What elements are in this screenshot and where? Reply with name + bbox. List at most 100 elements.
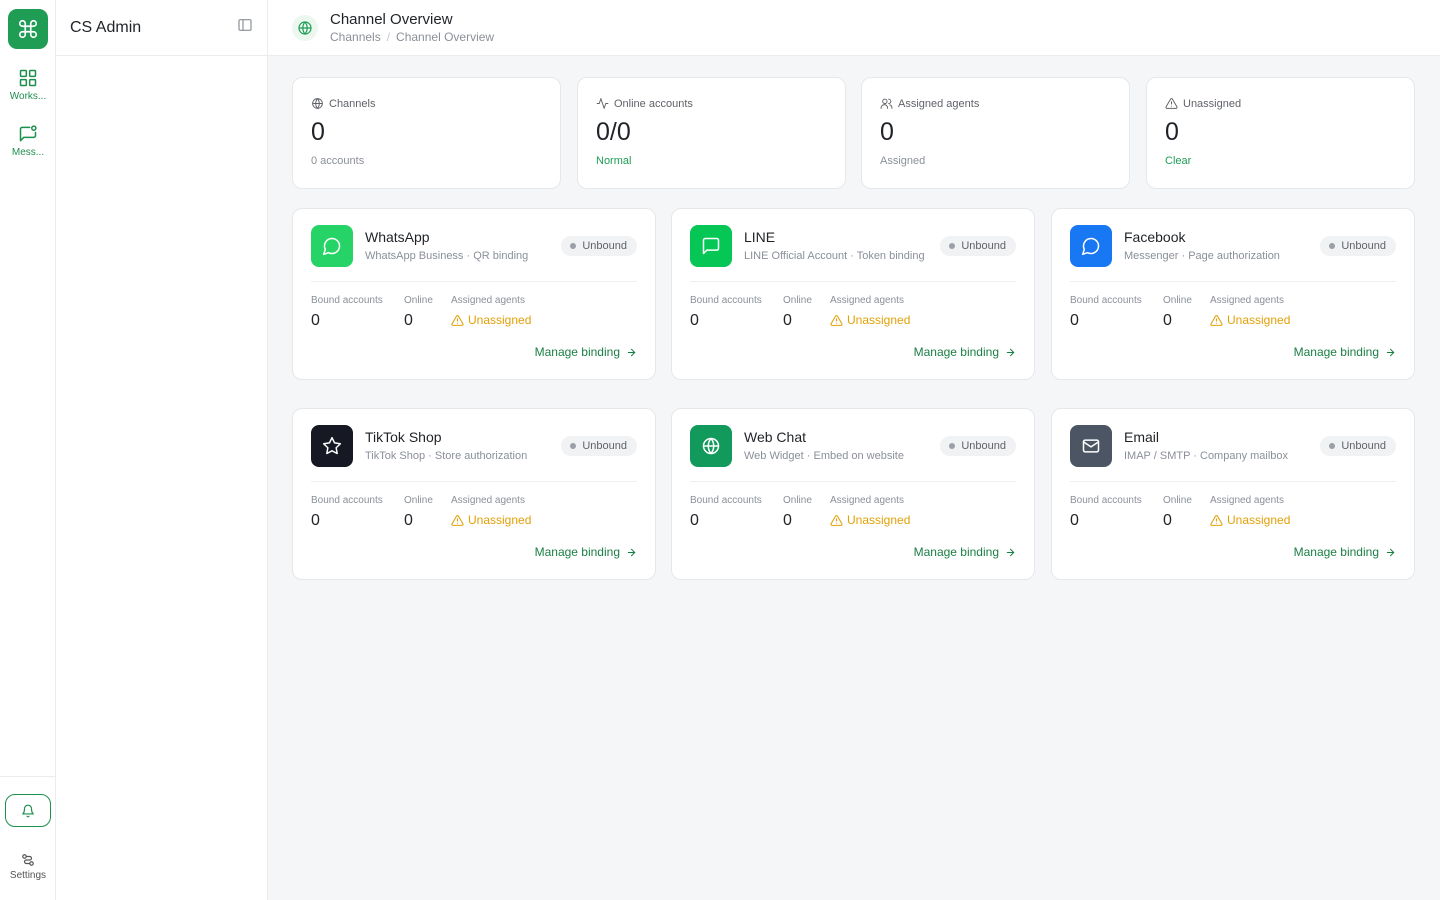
grid-icon [19,69,37,87]
breadcrumb-link[interactable]: Channels [330,30,381,44]
manage-binding-link[interactable]: Manage binding [535,345,637,359]
metric-label: Assigned agents [1210,295,1284,306]
globe-icon [312,98,323,109]
channel-name: WhatsApp [365,229,430,245]
arrow-right-icon [1386,548,1395,556]
stat-value: 0/0 [596,118,631,146]
stat-sub: Normal [596,155,632,167]
status-badge: Unbound [561,436,637,456]
channel-desc: LINE Official Account · Token binding [744,250,925,262]
metric-label: Bound accounts [311,295,383,306]
channel-card-tiktok-shop: TikTok Shop TikTok Shop · Store authoriz… [292,408,656,580]
rail-item-messages[interactable]: Mess... [0,124,56,158]
online-value: 0 [404,512,413,529]
settings-button[interactable]: Settings [0,853,56,881]
stat-card-unassigned: Unassigned 0 Clear [1146,77,1415,189]
manage-binding-link[interactable]: Manage binding [1294,345,1396,359]
stat-label: Assigned agents [898,97,980,110]
bell-icon [22,804,34,817]
agents-status: Unassigned [451,513,531,527]
stat-sub: 0 accounts [311,155,365,167]
manage-binding-link[interactable]: Manage binding [914,545,1016,559]
status-badge: Unbound [940,436,1016,456]
message-square-icon [690,225,732,267]
metric-label: Online [1163,495,1192,506]
breadcrumb-separator: / [386,29,391,44]
stat-card-channels: Channels 0 0 accounts [292,77,561,189]
notifications-button[interactable] [5,794,51,827]
stat-label: Unassigned [1183,97,1242,110]
stat-value: 0 [1165,118,1179,146]
top-bar: Channel Overview Channels / Channel Overvi… [268,0,1440,56]
arrow-right-icon [1386,348,1395,356]
agents-status: Unassigned [1210,513,1290,527]
side-panel: CS Admin [56,0,268,900]
arrow-right-icon [627,548,636,556]
metric-label: Assigned agents [451,495,525,506]
online-value: 0 [1163,512,1172,529]
breadcrumb-current: Channel Overview [396,29,495,44]
metric-label: Assigned agents [830,495,904,506]
settings-icon [22,854,34,866]
rail-item-label: Works... [9,91,47,102]
globe-icon [690,425,732,467]
panel-title: CS Admin [70,18,142,36]
globe-icon [292,14,318,41]
rail-divider [0,776,56,777]
channel-name: Web Chat [744,429,806,445]
channel-name: TikTok Shop [365,429,442,445]
left-rail: Works... Mess... Settings [0,0,56,900]
message-dot-icon [19,125,37,142]
channel-desc: Web Widget · Embed on website [744,450,904,462]
metric-label: Assigned agents [451,295,525,306]
online-value: 0 [1163,312,1172,329]
online-value: 0 [404,312,413,329]
channel-desc: WhatsApp Business · QR binding [365,250,529,262]
channel-desc: Messenger · Page authorization [1124,250,1280,262]
metric-label: Online [404,295,433,306]
star-icon [311,425,353,467]
settings-label: Settings [9,870,47,881]
manage-binding-link[interactable]: Manage binding [1294,545,1396,559]
stat-sub: Clear [1165,155,1192,167]
rail-item-workspace[interactable]: Works... [0,68,56,102]
stat-label: Channels [329,97,376,110]
bound-accounts-value: 0 [311,512,320,529]
activity-icon [596,98,609,109]
online-value: 0 [783,312,792,329]
warning-icon [830,314,843,326]
warning-icon [451,314,464,326]
stat-card-online-accounts: Online accounts 0/0 Normal [577,77,846,189]
rail-item-label: Mess... [11,147,45,158]
warning-icon [830,514,843,526]
manage-binding-link[interactable]: Manage binding [914,345,1016,359]
agents-status: Unassigned [451,313,531,327]
channel-desc: TikTok Shop · Store authorization [365,450,528,462]
metric-label: Online [1163,295,1192,306]
warning-icon [1165,98,1178,109]
app-logo-icon[interactable] [8,9,48,49]
stat-value: 0 [311,118,325,146]
warning-icon [1210,314,1223,326]
channel-card-facebook: Facebook Messenger · Page authorization … [1051,208,1415,380]
messenger-icon [1070,225,1112,267]
bound-accounts-value: 0 [1070,512,1079,529]
metric-label: Bound accounts [690,495,762,506]
metric-label: Online [783,295,812,306]
stat-label: Online accounts [614,97,693,110]
stat-value: 0 [880,118,894,146]
status-badge: Unbound [940,236,1016,256]
manage-binding-link[interactable]: Manage binding [535,545,637,559]
metric-label: Bound accounts [1070,295,1142,306]
metric-label: Bound accounts [690,295,762,306]
agents-status: Unassigned [1210,313,1290,327]
metric-label: Bound accounts [1070,495,1142,506]
metric-label: Online [404,495,433,506]
channel-card-whatsapp: WhatsApp WhatsApp Business · QR binding … [292,208,656,380]
chat-bubble-icon [311,225,353,267]
mail-icon [1070,425,1112,467]
warning-icon [1210,514,1223,526]
arrow-right-icon [627,348,636,356]
bound-accounts-value: 0 [690,312,699,329]
sidebar-toggle-icon[interactable] [237,17,253,38]
